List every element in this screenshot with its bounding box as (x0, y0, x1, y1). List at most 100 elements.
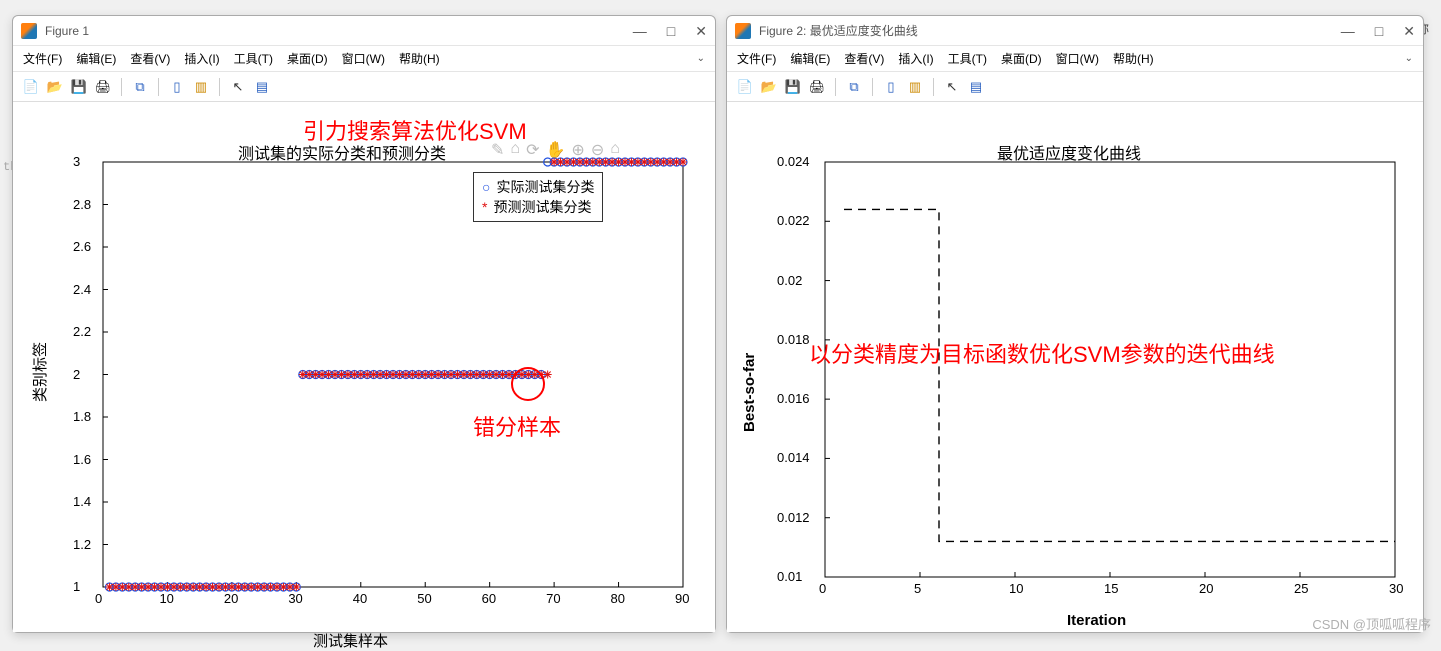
menu-edit[interactable]: 编辑(E) (790, 50, 830, 67)
chart2-xlabel: Iteration (1067, 612, 1126, 629)
y-tick-label: 0.018 (777, 332, 810, 347)
arrow-tool-button[interactable] (228, 77, 248, 97)
y-tick-label: 2 (73, 367, 159, 382)
menu-insert[interactable]: 插入(I) (898, 50, 933, 67)
y-tick-label: 0.014 (777, 450, 810, 465)
chart2-ylabel: Best-so-far (741, 353, 758, 432)
figure2-title: Figure 2: 最优适应度变化曲线 (759, 22, 1341, 39)
x-tick-label: 15 (1104, 581, 1118, 596)
figure2-canvas[interactable]: 最优适应度变化曲线 Iteration Best-so-far 以分类精度为目标… (727, 102, 1423, 632)
new-file-button[interactable] (21, 77, 41, 97)
x-tick-label: 25 (1294, 581, 1308, 596)
y-tick-label: 1.2 (73, 537, 159, 552)
y-tick-label: 2.2 (73, 324, 159, 339)
x-tick-label: 50 (417, 591, 431, 606)
figure1-title: Figure 1 (45, 24, 633, 38)
x-tick-label: 10 (159, 591, 173, 606)
minimize-button[interactable]: — (1341, 24, 1355, 38)
chart1-ylabel: 类别标签 (29, 342, 50, 402)
x-tick-label: 70 (546, 591, 560, 606)
save-button[interactable] (69, 77, 89, 97)
figure1-titlebar[interactable]: Figure 1 — □ ✕ (13, 16, 715, 46)
menu-window[interactable]: 窗口(W) (1056, 50, 1099, 67)
y-tick-label: 0.022 (777, 213, 810, 228)
figure1-menubar: 文件(F) 编辑(E) 查看(V) 插入(I) 工具(T) 桌面(D) 窗口(W… (13, 46, 715, 72)
x-tick-label: 30 (288, 591, 302, 606)
y-tick-label: 0.01 (777, 569, 802, 584)
menubar-overflow-icon[interactable]: ⌄ (697, 53, 705, 64)
legend-label: 实际测试集分类 (496, 177, 594, 197)
close-button[interactable]: ✕ (695, 24, 707, 38)
save-button[interactable] (783, 77, 803, 97)
x-tick-label: 10 (1009, 581, 1023, 596)
figure1-window: Figure 1 — □ ✕ 文件(F) 编辑(E) 查看(V) 插入(I) 工… (12, 15, 716, 633)
menu-view[interactable]: 查看(V) (844, 50, 884, 67)
menu-tools[interactable]: 工具(T) (234, 50, 273, 67)
legend-marker-star-icon: * (482, 200, 487, 214)
menu-tools[interactable]: 工具(T) (948, 50, 987, 67)
arrow-tool-button[interactable] (942, 77, 962, 97)
x-tick-label: 5 (914, 581, 921, 596)
y-tick-label: 0.02 (777, 273, 802, 288)
print-button[interactable] (807, 77, 827, 97)
legend-label: 预测测试集分类 (493, 197, 591, 217)
tile-grid-button[interactable] (905, 77, 925, 97)
x-tick-label: 20 (1199, 581, 1213, 596)
y-tick-label: 2.8 (73, 197, 159, 212)
menu-insert[interactable]: 插入(I) (184, 50, 219, 67)
figure2-toolbar (727, 72, 1423, 102)
menubar-overflow-icon[interactable]: ⌄ (1405, 53, 1413, 64)
window-controls: — □ ✕ (1341, 24, 1415, 38)
tile-h-button[interactable] (167, 77, 187, 97)
matlab-icon (21, 23, 37, 39)
figure1-canvas[interactable]: 引力搜索算法优化SVM 测试集的实际分类和预测分类 ✎ ⌂ ⟳ ✋ ⊕ ⊖ ⌂ … (13, 102, 715, 632)
y-tick-label: 0.024 (777, 154, 810, 169)
open-file-button[interactable] (45, 77, 65, 97)
x-tick-label: 0 (819, 581, 826, 596)
maximize-button[interactable]: □ (1375, 24, 1383, 38)
legend-marker-circle-icon: ○ (482, 180, 490, 194)
menu-view[interactable]: 查看(V) (130, 50, 170, 67)
figure1-toolbar (13, 72, 715, 102)
menu-help[interactable]: 帮助(H) (1113, 50, 1154, 67)
menu-help[interactable]: 帮助(H) (399, 50, 440, 67)
x-tick-label: 40 (353, 591, 367, 606)
y-tick-label: 3 (73, 154, 159, 169)
y-tick-label: 1.8 (73, 409, 159, 424)
chart1-xlabel: 测试集样本 (313, 630, 388, 651)
edit-plot-button[interactable] (844, 77, 864, 97)
chart1-legend[interactable]: ○ 实际测试集分类 * 预测测试集分类 (473, 172, 603, 222)
matlab-icon (735, 23, 751, 39)
y-tick-label: 2.6 (73, 239, 159, 254)
x-tick-label: 60 (482, 591, 496, 606)
close-button[interactable]: ✕ (1403, 24, 1415, 38)
csdn-watermark: CSDN @顶呱呱程序 (1312, 614, 1431, 633)
y-tick-label: 2.4 (73, 282, 159, 297)
plot-catalog-button[interactable] (252, 77, 272, 97)
plot-catalog-button[interactable] (966, 77, 986, 97)
y-tick-label: 0.012 (777, 510, 810, 525)
tile-h-button[interactable] (881, 77, 901, 97)
menu-edit[interactable]: 编辑(E) (76, 50, 116, 67)
figure2-window: Figure 2: 最优适应度变化曲线 — □ ✕ 文件(F) 编辑(E) 查看… (726, 15, 1424, 633)
edit-plot-button[interactable] (130, 77, 150, 97)
y-tick-label: 1.6 (73, 452, 159, 467)
y-tick-label: 1.4 (73, 494, 159, 509)
menu-file[interactable]: 文件(F) (23, 50, 62, 67)
print-button[interactable] (93, 77, 113, 97)
figure2-titlebar[interactable]: Figure 2: 最优适应度变化曲线 — □ ✕ (727, 16, 1423, 46)
menu-window[interactable]: 窗口(W) (342, 50, 385, 67)
open-file-button[interactable] (759, 77, 779, 97)
x-tick-label: 80 (611, 591, 625, 606)
minimize-button[interactable]: — (633, 24, 647, 38)
menu-file[interactable]: 文件(F) (737, 50, 776, 67)
figure2-menubar: 文件(F) 编辑(E) 查看(V) 插入(I) 工具(T) 桌面(D) 窗口(W… (727, 46, 1423, 72)
y-tick-label: 0.016 (777, 391, 810, 406)
tile-grid-button[interactable] (191, 77, 211, 97)
new-file-button[interactable] (735, 77, 755, 97)
menu-desktop[interactable]: 桌面(D) (287, 50, 328, 67)
x-tick-label: 20 (224, 591, 238, 606)
chart2-axes[interactable] (805, 157, 1405, 597)
maximize-button[interactable]: □ (667, 24, 675, 38)
menu-desktop[interactable]: 桌面(D) (1001, 50, 1042, 67)
